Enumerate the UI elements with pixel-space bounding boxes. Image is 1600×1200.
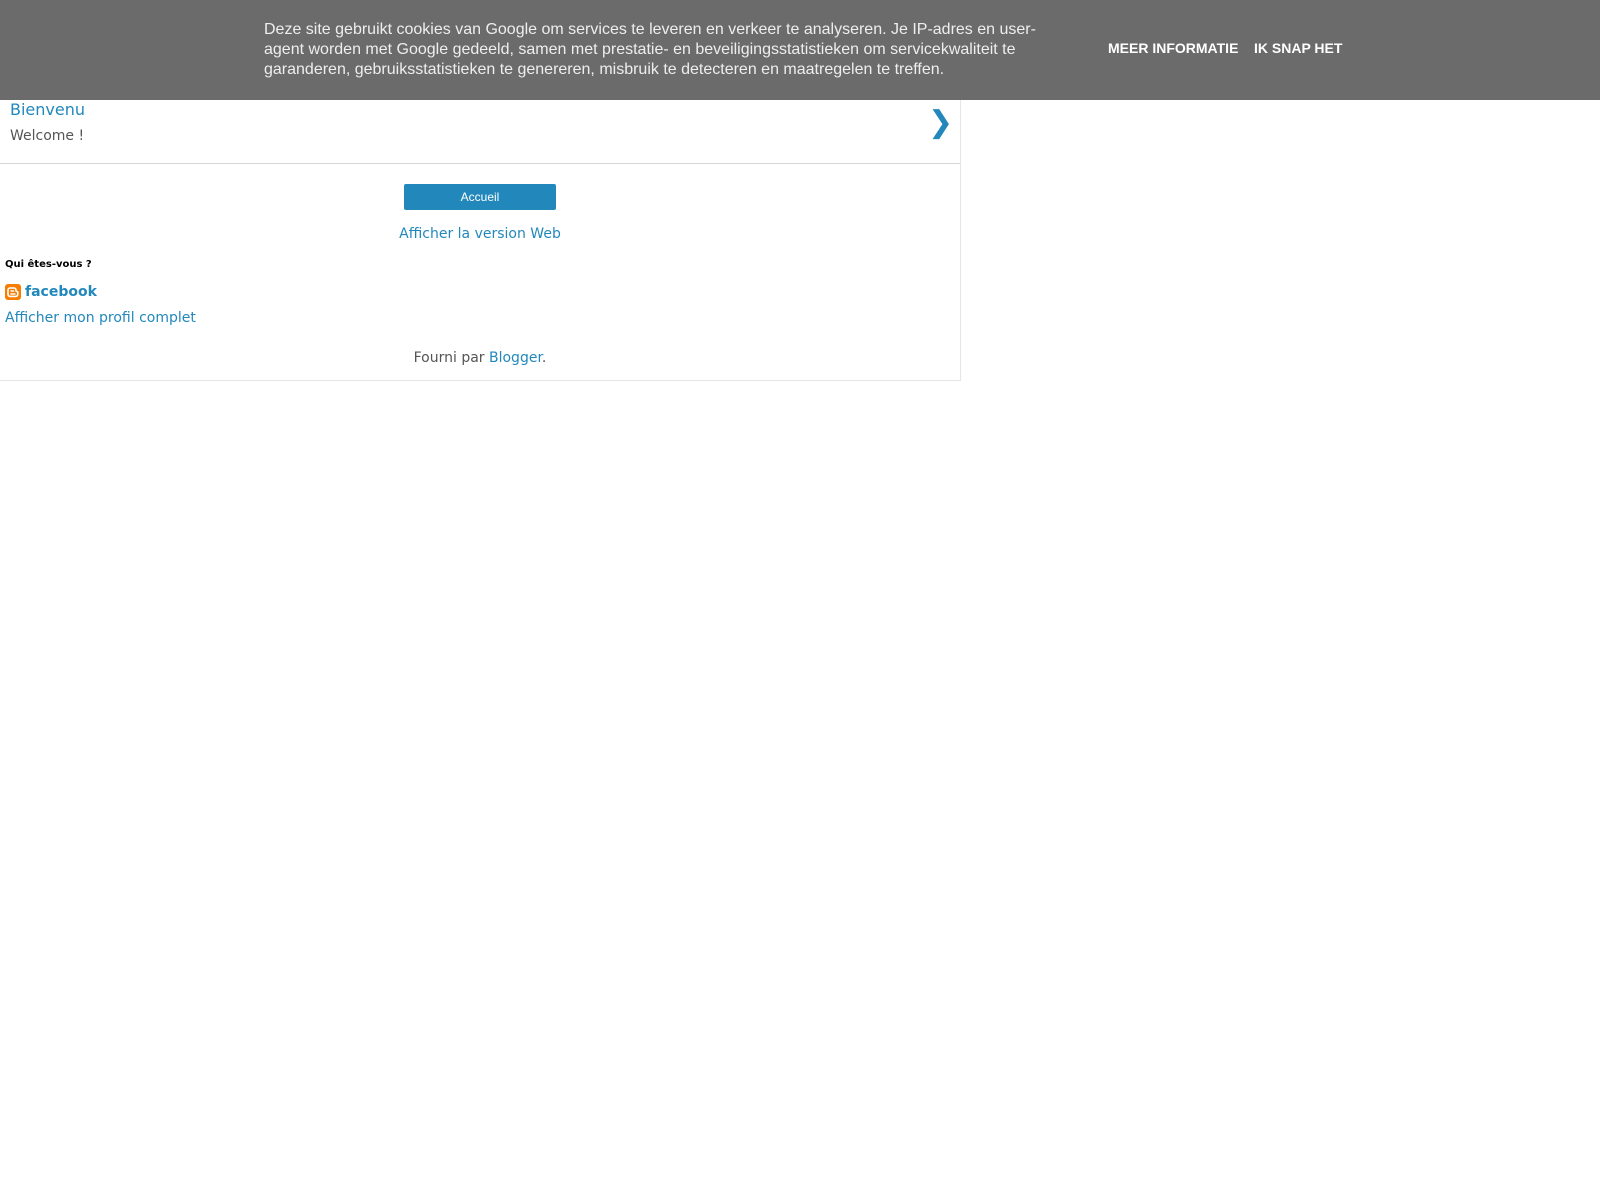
post-snippet: Welcome ! xyxy=(10,128,85,144)
full-profile-link[interactable]: Afficher mon profil complet xyxy=(5,310,196,326)
home-button[interactable]: Accueil xyxy=(404,184,556,210)
post-title[interactable]: Bienvenu xyxy=(10,100,85,119)
cookie-consent-bar: Deze site gebruikt cookies van Google om… xyxy=(0,0,1600,100)
profile-name-link[interactable]: facebook xyxy=(25,284,97,300)
footer-prefix: Fourni par xyxy=(413,350,489,366)
cookie-notice-text: Deze site gebruikt cookies van Google om… xyxy=(264,21,1036,78)
footer-suffix: . xyxy=(541,350,547,366)
profile-row: facebook xyxy=(5,283,97,301)
post-summary-card[interactable]: Bienvenu Welcome ! ❯ xyxy=(0,98,960,164)
footer: Fourni par Blogger. xyxy=(0,350,960,366)
blogger-icon xyxy=(5,284,21,300)
profile-heading: Qui êtes-vous ? xyxy=(5,259,92,270)
chevron-right-icon[interactable]: ❯ xyxy=(928,108,953,138)
web-version-link[interactable]: Afficher la version Web xyxy=(0,226,960,242)
more-info-button[interactable]: MEER INFORMATIE xyxy=(1108,40,1238,56)
accept-cookies-button[interactable]: IK SNAP HET xyxy=(1254,40,1342,56)
blogger-link[interactable]: Blogger xyxy=(489,350,542,366)
